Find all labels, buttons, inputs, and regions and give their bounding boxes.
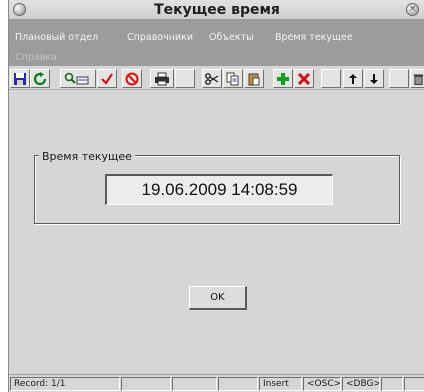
toolbar-spacer-1 [175,69,195,88]
application-window: Текущее время × Плановый отдел Справочни… [8,0,424,392]
paste-button[interactable] [244,69,264,88]
refresh-icon [33,71,47,85]
current-time-group-label: Время текущее [39,150,135,163]
menu-help[interactable]: Справка [15,52,57,63]
refresh-button[interactable] [30,69,50,88]
save-icon [14,72,26,85]
record-indicator: Record: 1/1 [10,377,120,391]
current-time-field[interactable]: 19.06.2009 14:08:59 [105,174,333,205]
move-down-button[interactable] [364,69,384,88]
query-button[interactable] [60,69,96,88]
status-cell-empty-1 [121,377,171,391]
checkmark-icon [101,72,113,85]
trash-button[interactable] [410,69,424,88]
delete-record-icon [297,72,311,85]
print-icon [155,72,169,85]
delete-record-button[interactable] [294,69,314,88]
move-up-button[interactable] [343,69,363,88]
menu-planning-department[interactable]: Плановый отдел [15,32,98,43]
dbg-indicator: <DBG> [342,377,380,391]
cancel-button[interactable] [122,69,142,88]
menu-objects[interactable]: Объекты [209,32,254,43]
toolbar [9,66,424,90]
toolbar-spacer-2 [321,69,341,88]
ok-button[interactable]: OK [189,286,247,310]
menu-directories[interactable]: Справочники [127,32,193,43]
osc-indicator: <OSC> [303,377,341,391]
status-cell-empty-3 [218,377,258,391]
status-bar: Record: 1/1 Insert <OSC> <DBG> [9,374,424,392]
menu-bar: Плановый отдел Справочники Объекты Время… [9,20,424,66]
query-icon [64,72,89,84]
copy-button[interactable] [223,69,243,88]
toolbar-spacer-3 [389,69,409,88]
trash-icon [413,73,424,85]
cancel-icon [125,72,139,85]
print-button[interactable] [150,69,174,88]
add-record-icon [277,72,289,85]
cut-button[interactable] [202,69,222,88]
arrow-up-icon [349,73,357,84]
arrow-down-icon [370,73,378,84]
status-cell-empty-4 [381,377,403,391]
status-cell-empty-5 [404,377,424,391]
cut-icon [205,72,219,85]
title-bar[interactable]: Текущее время × [9,0,424,20]
add-record-button[interactable] [273,69,293,88]
close-icon[interactable]: × [406,3,419,16]
save-button[interactable] [10,69,30,88]
status-cell-empty-2 [172,377,217,391]
copy-icon [226,72,239,85]
insert-mode-indicator: Insert [259,377,302,391]
paste-icon [248,72,260,85]
window-title: Текущее время [154,2,280,18]
apply-button[interactable] [97,69,117,88]
menu-current-time[interactable]: Время текущее [275,32,353,43]
